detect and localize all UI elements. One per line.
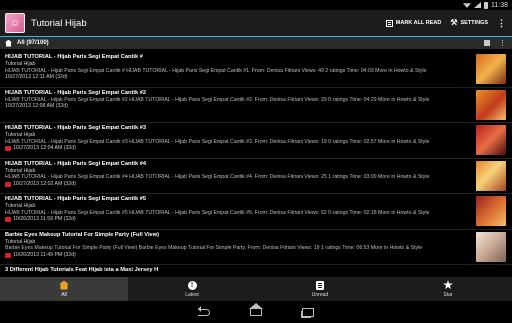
alert-icon: !	[187, 280, 197, 290]
item-title: HIJAB TUTORIAL - Hijab Paris Segi Empat …	[5, 196, 147, 202]
list-item[interactable]: 3 Different Hijab Tutorials Feat Hijab i…	[0, 265, 512, 276]
tab-all-label: All	[61, 291, 67, 298]
status-time: 11:38	[491, 1, 508, 9]
status-icons: 11:38	[463, 0, 508, 10]
item-date: 10/27/2013 12:11 AM (32d)	[5, 74, 68, 80]
item-title: 3 Different Hijab Tutorials Feat Hijab i…	[5, 267, 159, 273]
list-item[interactable]: HIJAB TUTORIAL - Hijab Paris Segi Empat …	[0, 88, 512, 123]
grid-view-icon[interactable]	[484, 40, 490, 46]
item-title: HIJAB TUTORIAL - Hijab Paris Segi Empat …	[5, 89, 147, 96]
item-thumbnail	[476, 231, 506, 262]
item-date: 10/27/2013 12:02 AM (32d)	[13, 180, 76, 187]
settings-label: SETTINGS	[460, 20, 488, 26]
list-item[interactable]: HIJAB TUTORIAL - Hijab Paris Segi Empat …	[0, 194, 512, 230]
filter-overflow-icon[interactable]: ⋮	[499, 39, 506, 47]
youtube-icon	[5, 252, 11, 258]
list-item[interactable]: HIJAB TUTORIAL - Hijab Paris Segi Empat …	[0, 159, 512, 194]
status-bar: 11:38	[0, 0, 512, 10]
list-item[interactable]: HIJAB TUTORIAL - Hijab Paris Segi Empat …	[0, 52, 512, 88]
article-list: HIJAB TUTORIAL - Hijab Paris Segi Empat …	[0, 52, 512, 276]
item-thumbnail	[476, 54, 506, 84]
mark-all-read-label: MARK ALL READ	[395, 20, 442, 26]
item-thumbnail	[476, 196, 506, 226]
item-date: 10/27/2013 12:04 AM (32d)	[13, 145, 76, 151]
star-icon	[443, 280, 453, 290]
filter-bar: All (97/100) ⋮	[0, 37, 512, 49]
tab-unread[interactable]: Unread	[256, 277, 384, 301]
overflow-menu-button[interactable]: ⋮	[497, 17, 506, 28]
wrench-icon: ⚒	[450, 18, 458, 27]
bottom-tab-bar: All ! Latest Unread Star	[0, 277, 512, 301]
item-title: HIJAB TUTORIAL - Hijab Paris Segi Empat …	[5, 125, 147, 131]
tab-star-label: Star	[443, 292, 453, 298]
tab-unread-label: Unread	[311, 291, 329, 298]
filter-label[interactable]: All (97/100)	[17, 40, 49, 46]
item-date-row: 10/27/2013 12:08 AM (32d)	[5, 103, 472, 110]
battery-icon	[484, 1, 488, 9]
app-logo-icon[interactable]: ☺	[5, 13, 25, 33]
system-nav-bar	[0, 301, 512, 323]
item-date-row: 10/26/2013 11:59 PM (32d)	[5, 216, 472, 223]
item-thumbnail	[476, 160, 506, 191]
item-thumbnail	[476, 125, 506, 155]
item-thumbnail	[476, 89, 506, 120]
signal-icon	[474, 2, 481, 8]
item-date-row: 10/27/2013 12:02 AM (32d)	[5, 181, 472, 188]
home-icon[interactable]	[5, 39, 12, 47]
tab-all[interactable]: All	[0, 277, 128, 301]
back-icon[interactable]	[198, 306, 210, 316]
youtube-icon	[5, 181, 11, 187]
mark-all-read-button[interactable]: MARK ALL READ	[385, 19, 442, 27]
youtube-icon	[5, 217, 11, 222]
item-description: HIJAB TUTORIAL - Hijab Paris Segi Empat …	[5, 67, 427, 74]
list-item[interactable]: Barbie Eyes Makeup Tutorial For Simple P…	[0, 230, 512, 265]
item-description: HIJAB TUTORIAL - Hijab Paris Segi Empat …	[5, 96, 430, 103]
item-date: 10/27/2013 12:08 AM (32d)	[5, 103, 68, 109]
tab-latest[interactable]: ! Latest	[128, 277, 256, 301]
item-title: HIJAB TUTORIAL - Hijab Paris Segi Empat …	[5, 54, 143, 60]
home-nav-icon[interactable]	[250, 308, 262, 316]
mark-read-icon	[385, 19, 393, 27]
item-title: HIJAB TUTORIAL - Hijab Paris Segi Empat …	[5, 160, 147, 167]
tab-star[interactable]: Star	[384, 277, 512, 301]
item-title: Barbie Eyes Makeup Tutorial For Simple P…	[5, 231, 160, 238]
filter-actions: ⋮	[484, 37, 506, 49]
overflow-icon: ⋮	[497, 17, 506, 28]
item-date: 10/26/2013 11:49 PM (32d)	[13, 251, 76, 258]
item-date-row: 10/27/2013 12:11 AM (32d)	[5, 74, 472, 81]
wifi-icon	[463, 3, 471, 8]
home-icon	[59, 280, 69, 290]
app-bar: ☺ Tutorial Hijab MARK ALL READ ⚒ SETTING…	[0, 10, 512, 36]
action-bar-actions: MARK ALL READ ⚒ SETTINGS ⋮	[385, 10, 506, 36]
list-item[interactable]: HIJAB TUTORIAL - Hijab Paris Segi Empat …	[0, 123, 512, 159]
recent-apps-icon[interactable]	[302, 307, 314, 317]
youtube-icon	[5, 146, 11, 151]
item-date: 10/26/2013 11:59 PM (32d)	[13, 216, 76, 222]
settings-button[interactable]: ⚒ SETTINGS	[450, 19, 488, 27]
tab-latest-label: Latest	[185, 291, 199, 298]
item-date-row: 10/27/2013 12:04 AM (32d)	[5, 145, 472, 152]
app-title: Tutorial Hijab	[31, 17, 87, 29]
item-date-row: 10/26/2013 11:49 PM (32d)	[5, 252, 472, 259]
document-icon	[316, 280, 324, 290]
